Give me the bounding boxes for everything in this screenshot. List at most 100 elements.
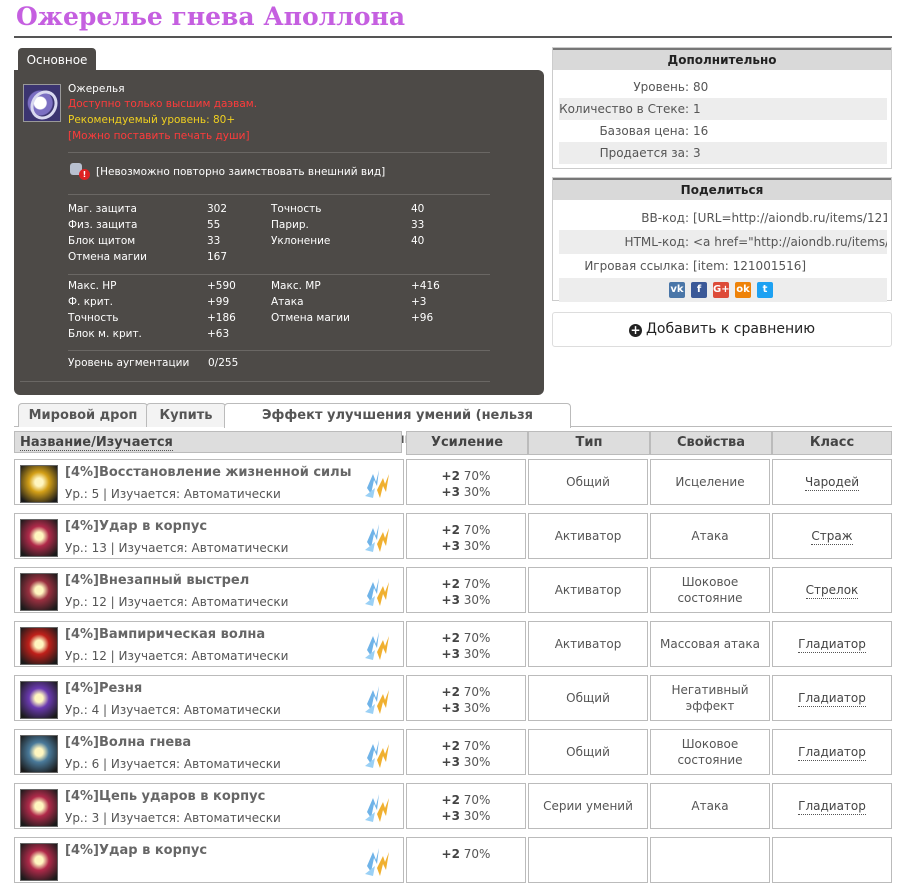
- appearance-lock-icon: !: [69, 160, 90, 180]
- class-cell-inner: Гладиатор: [773, 676, 891, 720]
- google-plus-icon[interactable]: G+: [713, 282, 730, 298]
- table-row: [4%]Вампирическая волна Ур.: 12 | Изучает…: [14, 621, 404, 667]
- stat-label: Атака: [271, 296, 304, 308]
- skill-learn-info: Ур.: 5 | Изучается: Автоматически: [65, 487, 281, 501]
- col-header-class[interactable]: Класс: [772, 431, 892, 455]
- enhance-lightning-icon: [363, 738, 391, 770]
- divider: [20, 381, 490, 382]
- class-cell-inner: Стрелок: [773, 568, 891, 612]
- stat-value: 40: [411, 203, 425, 215]
- share-value[interactable]: [URL=http://aiondb.ru/items/121001: [693, 206, 887, 230]
- enhance-lightning-icon: [363, 846, 391, 878]
- boost-values: +2 70% +3 30%: [441, 739, 491, 769]
- skill-type: Серии умений: [543, 799, 633, 813]
- skill-name[interactable]: [4%]Цепь ударов в корпус: [65, 789, 265, 804]
- properties-cell: Атака: [650, 783, 770, 829]
- tab-buy[interactable]: Купить: [146, 403, 226, 427]
- info-value: 1: [693, 102, 701, 116]
- share-box: Поделиться BB-код: [URL=http://aiondb.ru/…: [552, 177, 892, 302]
- class-cell: Гладиатор: [772, 729, 892, 775]
- boost-cell: +2 70% +3 30%: [406, 567, 526, 613]
- skill-name[interactable]: [4%]Резня: [65, 681, 142, 696]
- share-row: BB-код: [URL=http://aiondb.ru/items/12100…: [559, 206, 887, 230]
- boost-cell: +2 70%: [406, 837, 526, 883]
- skill-type: Общий: [566, 745, 610, 759]
- stat-value: +3: [411, 296, 427, 308]
- tab-world-drop[interactable]: Мировой дроп: [18, 403, 148, 427]
- stat-value: +590: [207, 280, 236, 292]
- boost-values: +2 70% +3 30%: [441, 685, 491, 715]
- enhance-lightning-icon: [363, 468, 391, 500]
- page-title: Ожерелье гнева Аполлона: [16, 2, 406, 31]
- skill-icon: [20, 843, 58, 881]
- skill-type: Активатор: [554, 583, 622, 597]
- class-cell: Гладиатор: [772, 621, 892, 667]
- table-row: [4%]Резня Ур.: 4 | Изучается: Автоматичес…: [14, 675, 404, 721]
- boost-cell: +2 70% +3 30%: [406, 783, 526, 829]
- class-cell-inner: Гладиатор: [773, 730, 891, 774]
- table-row: [4%]Восстановление жизненной силы Ур.: 5 …: [14, 459, 404, 505]
- class-link[interactable]: Гладиатор: [798, 798, 866, 815]
- skill-name[interactable]: [4%]Волна гнева: [65, 735, 191, 750]
- class-cell-inner: Чародей: [773, 460, 891, 504]
- skill-properties: [651, 838, 769, 882]
- share-label: Игровая ссылка:: [584, 259, 689, 273]
- class-link[interactable]: Гладиатор: [798, 690, 866, 707]
- share-row: HTML-код: <a href="http://aiondb.ru/items…: [559, 230, 887, 254]
- skill-name[interactable]: [4%]Удар в корпус: [65, 843, 207, 858]
- skill-type: Активатор: [554, 637, 622, 651]
- class-link[interactable]: Стрелок: [805, 582, 859, 599]
- boost-values: +2 70% +3 30%: [441, 577, 491, 607]
- divider: [68, 350, 490, 351]
- skill-properties: Негативный эффект: [671, 683, 749, 713]
- skill-name[interactable]: [4%]Внезапный выстрел: [65, 573, 249, 588]
- info-label: Количество в Стеке:: [559, 102, 689, 116]
- tab-skill-enhance[interactable]: Эффект улучшения умений (нельзя изменить…: [224, 403, 571, 447]
- skill-learn-info: Ур.: 12 | Изучается: Автоматически: [65, 649, 289, 663]
- class-link[interactable]: Страж: [811, 528, 853, 545]
- augment-label: Уровень аугментации: [68, 357, 190, 369]
- boost-values: +2 70% +3 30%: [441, 631, 491, 661]
- info-label: Продается за:: [599, 146, 689, 160]
- share-value[interactable]: <a href="http://aiondb.ru/items/1210: [693, 230, 887, 254]
- boost-cell: +2 70% +3 30%: [406, 513, 526, 559]
- skill-name[interactable]: [4%]Восстановление жизненной силы: [65, 465, 351, 480]
- table-row: [4%]Внезапный выстрел Ур.: 12 | Изучается…: [14, 567, 404, 613]
- stat-label: Отмена магии: [271, 312, 350, 324]
- boost-cell: +2 70% +3 30%: [406, 621, 526, 667]
- skill-learn-info: Ур.: 6 | Изучается: Автоматически: [65, 757, 281, 771]
- stat-label: Точность: [271, 203, 322, 215]
- facebook-icon[interactable]: f: [691, 282, 707, 298]
- class-link[interactable]: Гладиатор: [798, 744, 866, 761]
- twitter-icon[interactable]: t: [757, 282, 773, 298]
- skill-icon: [20, 465, 58, 503]
- item-soul-seal: [Можно поставить печать души]: [68, 130, 250, 142]
- col-header-name[interactable]: Название/Изучается: [14, 431, 402, 453]
- tab-basic[interactable]: Основное: [18, 48, 96, 70]
- col-header-type[interactable]: Тип: [528, 431, 650, 455]
- class-link[interactable]: Чародей: [804, 474, 860, 491]
- add-to-compare-button[interactable]: + Добавить к сравнению: [552, 312, 892, 347]
- class-cell-inner: Гладиатор: [773, 784, 891, 828]
- enhance-lightning-icon: [363, 684, 391, 716]
- enhance-lightning-icon: [363, 792, 391, 824]
- plus-circle-icon: +: [628, 323, 642, 337]
- class-link[interactable]: Гладиатор: [798, 636, 866, 653]
- odnoklassniki-icon[interactable]: ok: [735, 282, 751, 298]
- col-header-boost[interactable]: Усиление: [406, 431, 528, 455]
- stat-label: Макс. MP: [271, 280, 321, 292]
- col-header-properties[interactable]: Свойства: [650, 431, 772, 455]
- skill-name[interactable]: [4%]Вампирическая волна: [65, 627, 265, 642]
- class-cell: Гладиатор: [772, 675, 892, 721]
- skill-learn-info: Ур.: 3 | Изучается: Автоматически: [65, 811, 281, 825]
- vk-icon[interactable]: vk: [669, 282, 685, 298]
- info-label: Базовая цена:: [599, 124, 689, 138]
- additional-info-title: Дополнительно: [553, 48, 891, 70]
- stat-value: +186: [207, 312, 236, 324]
- skill-type: Общий: [566, 691, 610, 705]
- item-recommended-level: Рекомендуемый уровень: 80+: [68, 114, 236, 126]
- skill-name[interactable]: [4%]Удар в корпус: [65, 519, 207, 534]
- divider: [68, 152, 490, 153]
- skill-type: [529, 838, 647, 882]
- share-value[interactable]: [item: 121001516]: [693, 254, 887, 278]
